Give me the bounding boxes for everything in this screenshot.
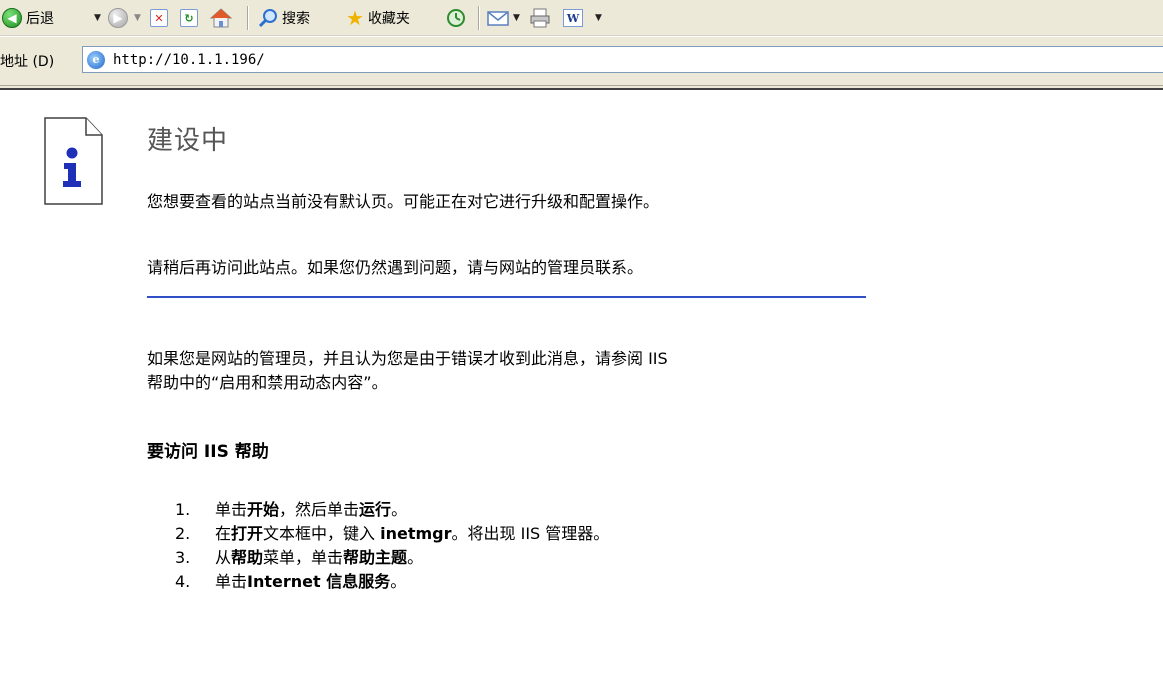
list-item: 4. 单击Internet 信息服务。 — [175, 570, 609, 594]
home-button[interactable] — [210, 6, 232, 30]
step-text-part: 菜单，单击 — [263, 548, 344, 567]
forward-button[interactable]: ▶ — [108, 6, 128, 30]
search-button[interactable]: 搜索 — [258, 6, 310, 30]
list-item: 3. 从帮助菜单，单击帮助主题。 — [175, 546, 609, 570]
address-url: http://10.1.1.196/ — [113, 51, 265, 68]
step-bold-term: inetmgr — [380, 524, 452, 543]
admin-paragraph-line-2: 帮助中的“启用和禁用动态内容”。 — [147, 373, 388, 392]
toolbar-separator — [247, 6, 249, 30]
ie-page-icon: e — [87, 50, 105, 69]
step-bold-term: 开始 — [247, 500, 280, 519]
word-icon: W — [563, 9, 583, 27]
step-text-part: 。 — [390, 572, 407, 591]
step-text: 在打开文本框中，键入 inetmgr。将出现 IIS 管理器。 — [215, 522, 609, 546]
step-text-part: 文本框中，键入 — [263, 524, 381, 543]
step-text: 单击Internet 信息服务。 — [215, 570, 406, 594]
step-number: 2. — [175, 524, 191, 543]
help-steps-list: 1. 单击开始，然后单击运行。 2. 在打开文本框中，键入 inetmgr。将出… — [175, 498, 609, 594]
back-label: 后退 — [26, 11, 54, 27]
address-bar: 地址 (D) e http://10.1.1.196/ — [0, 37, 1163, 85]
back-dropdown[interactable]: ▼ — [94, 6, 101, 30]
admin-paragraph: 如果您是网站的管理员，并且认为您是由于错误才收到此消息，请参阅 IIS 帮助中的… — [147, 347, 907, 395]
admin-paragraph-line-1: 如果您是网站的管理员，并且认为您是由于错误才收到此消息，请参阅 IIS — [147, 349, 668, 368]
back-button[interactable]: ◀ 后退 — [2, 6, 54, 30]
browser-toolbar: ◀ 后退 ▼ ▶ ▼ ✕ ↻ 搜索 ★ 收藏夹 ▼ W ▼ — [0, 0, 1163, 36]
print-button[interactable] — [529, 6, 551, 30]
step-bold-term: 帮助 — [231, 548, 264, 567]
step-number: 4. — [175, 572, 191, 591]
address-input[interactable]: e http://10.1.1.196/ — [82, 46, 1163, 73]
stop-button[interactable]: ✕ — [150, 6, 168, 30]
refresh-button[interactable]: ↻ — [180, 6, 198, 30]
star-icon: ★ — [346, 6, 364, 30]
mail-icon — [487, 11, 509, 26]
step-text-part: 单击 — [215, 500, 248, 519]
stop-icon: ✕ — [150, 9, 168, 27]
chrome-divider — [0, 85, 1163, 90]
favorites-button[interactable]: ★ 收藏夹 — [346, 6, 410, 30]
step-text: 单击开始，然后单击运行。 — [215, 498, 407, 522]
history-icon — [447, 9, 465, 27]
page-title: 建设中 — [147, 126, 229, 156]
list-item: 2. 在打开文本框中，键入 inetmgr。将出现 IIS 管理器。 — [175, 522, 609, 546]
print-icon — [530, 8, 550, 28]
step-text-part: 。将出现 IIS 管理器。 — [451, 524, 610, 543]
step-text-part: 单击 — [215, 572, 248, 591]
step-bold-term: Internet 信息服务 — [247, 572, 391, 591]
favorites-label: 收藏夹 — [367, 11, 410, 27]
step-bold-term: 运行 — [359, 500, 392, 519]
history-button[interactable] — [446, 6, 466, 30]
search-icon — [258, 9, 277, 28]
info-icon — [44, 117, 103, 205]
horizontal-rule — [147, 296, 866, 298]
back-arrow-icon: ◀ — [2, 8, 22, 28]
step-text: 从帮助菜单，单击帮助主题。 — [215, 546, 423, 570]
chevron-down-icon: ▼ — [513, 13, 520, 23]
step-number: 3. — [175, 548, 191, 567]
toolbar-separator — [478, 6, 480, 30]
chevron-down-icon: ▼ — [134, 13, 141, 23]
help-heading: 要访问 IIS 帮助 — [147, 442, 269, 462]
chevron-down-icon: ▼ — [94, 13, 101, 23]
chevron-down-icon: ▼ — [595, 13, 602, 23]
step-number: 1. — [175, 500, 191, 519]
home-icon — [210, 8, 232, 28]
step-text-part: 。 — [407, 548, 424, 567]
step-bold-term: 打开 — [231, 524, 264, 543]
step-text-part: 从 — [215, 548, 232, 567]
edit-word-button[interactable]: W — [563, 6, 583, 30]
refresh-icon: ↻ — [180, 9, 198, 27]
message-paragraph-1: 您想要查看的站点当前没有默认页。可能正在对它进行升级和配置操作。 — [147, 192, 660, 211]
step-bold-term: 帮助主题 — [343, 548, 408, 567]
step-text-part: ，然后单击 — [279, 500, 360, 519]
address-label: 地址 (D) — [0, 54, 55, 70]
list-item: 1. 单击开始，然后单击运行。 — [175, 498, 609, 522]
step-text-part: 。 — [391, 500, 408, 519]
forward-arrow-icon: ▶ — [108, 8, 128, 28]
edit-dropdown[interactable]: ▼ — [595, 6, 602, 30]
search-label: 搜索 — [282, 11, 310, 27]
forward-dropdown[interactable]: ▼ — [134, 6, 141, 30]
message-paragraph-2: 请稍后再访问此站点。如果您仍然遇到问题，请与网站的管理员联系。 — [147, 258, 644, 277]
step-text-part: 在 — [215, 524, 232, 543]
mail-button[interactable]: ▼ — [487, 6, 520, 30]
